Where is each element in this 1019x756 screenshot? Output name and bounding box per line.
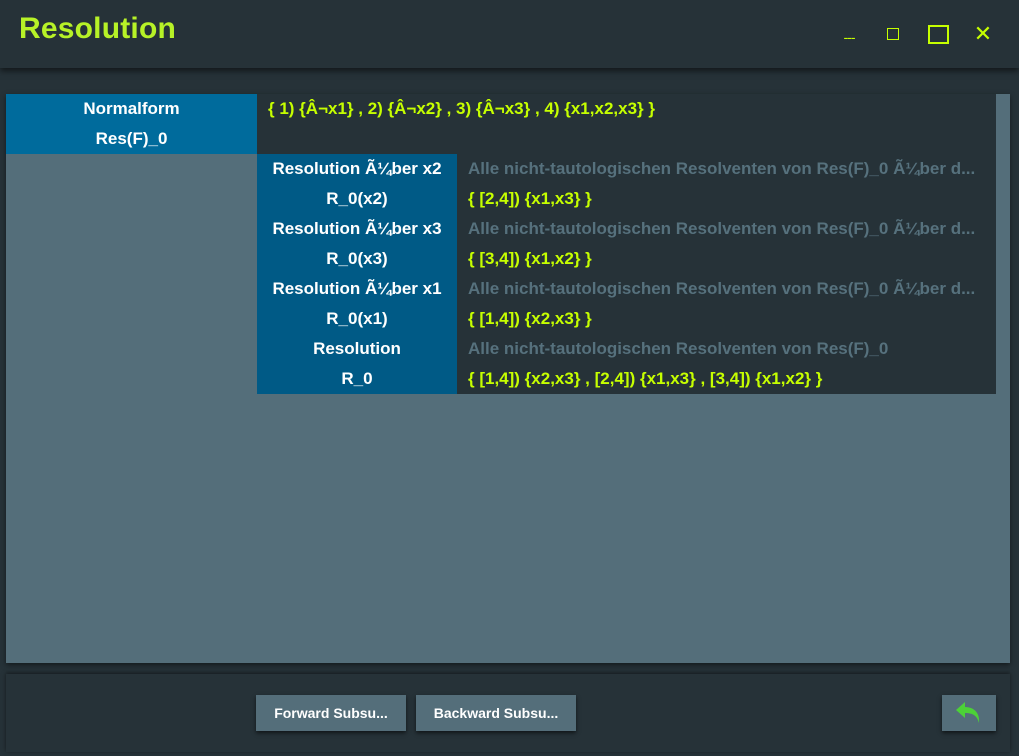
row-description-x1: Alle nicht-tautologischen Resolventen vo… — [457, 274, 996, 304]
normalform-value: { 1) {Â¬x1} , 2) {Â¬x2} , 3) {Â¬x3} , 4)… — [257, 94, 996, 154]
row-description-x2: Alle nicht-tautologischen Resolventen vo… — [457, 154, 996, 184]
row-title-x2: Resolution Ã¼ber x2 — [257, 154, 457, 184]
backward-subsumption-button[interactable]: Backward Subsu... — [416, 695, 576, 731]
row-description-x3: Alle nicht-tautologischen Resolventen vo… — [457, 214, 996, 244]
close-icon: ✕ — [973, 21, 993, 46]
row-value-r0: { [1,4]) {x2,x3} , [2,4]) {x1,x3} , [3,4… — [457, 364, 996, 394]
row-description-r0: Alle nicht-tautologischen Resolventen vo… — [457, 334, 996, 364]
forward-subsumption-button[interactable]: Forward Subsu... — [256, 695, 406, 731]
row-title-resolution: Resolution — [257, 334, 457, 364]
normalform-label: Normalform — [6, 94, 257, 124]
restore-button[interactable] — [876, 18, 910, 50]
close-button[interactable]: ✕ — [966, 18, 1000, 50]
title-bar: Resolution --- ✕ — [0, 0, 1019, 68]
row-title-x1: Resolution Ã¼ber x1 — [257, 274, 457, 304]
normalform-clauses: { 1) {Â¬x1} , 2) {Â¬x2} , 3) {Â¬x3} , 4)… — [268, 99, 655, 118]
row-value-x1: { [1,4]) {x2,x3} } — [457, 304, 996, 334]
row-title-x3: Resolution Ã¼ber x3 — [257, 214, 457, 244]
row-value-x3: { [3,4]) {x1,x2} } — [457, 244, 996, 274]
maximize-button[interactable] — [921, 18, 955, 50]
row-name-x1: R_0(x1) — [257, 304, 457, 334]
window-title: Resolution — [19, 12, 176, 45]
row-name-x2: R_0(x2) — [257, 184, 457, 214]
footer-bar: Forward Subsu... Backward Subsu... — [6, 674, 1010, 752]
minimize-button[interactable]: --- — [832, 18, 866, 50]
undo-arrow-icon — [956, 702, 980, 723]
restore-icon — [887, 28, 899, 40]
maximize-icon — [927, 24, 949, 44]
undo-button[interactable] — [942, 695, 996, 731]
minimize-icon: --- — [843, 29, 856, 45]
res-f0-label: Res(F)_0 — [6, 124, 257, 154]
row-value-x2: { [2,4]) {x1,x3} } — [457, 184, 996, 214]
row-name-r0: R_0 — [257, 364, 457, 394]
row-name-x3: R_0(x3) — [257, 244, 457, 274]
